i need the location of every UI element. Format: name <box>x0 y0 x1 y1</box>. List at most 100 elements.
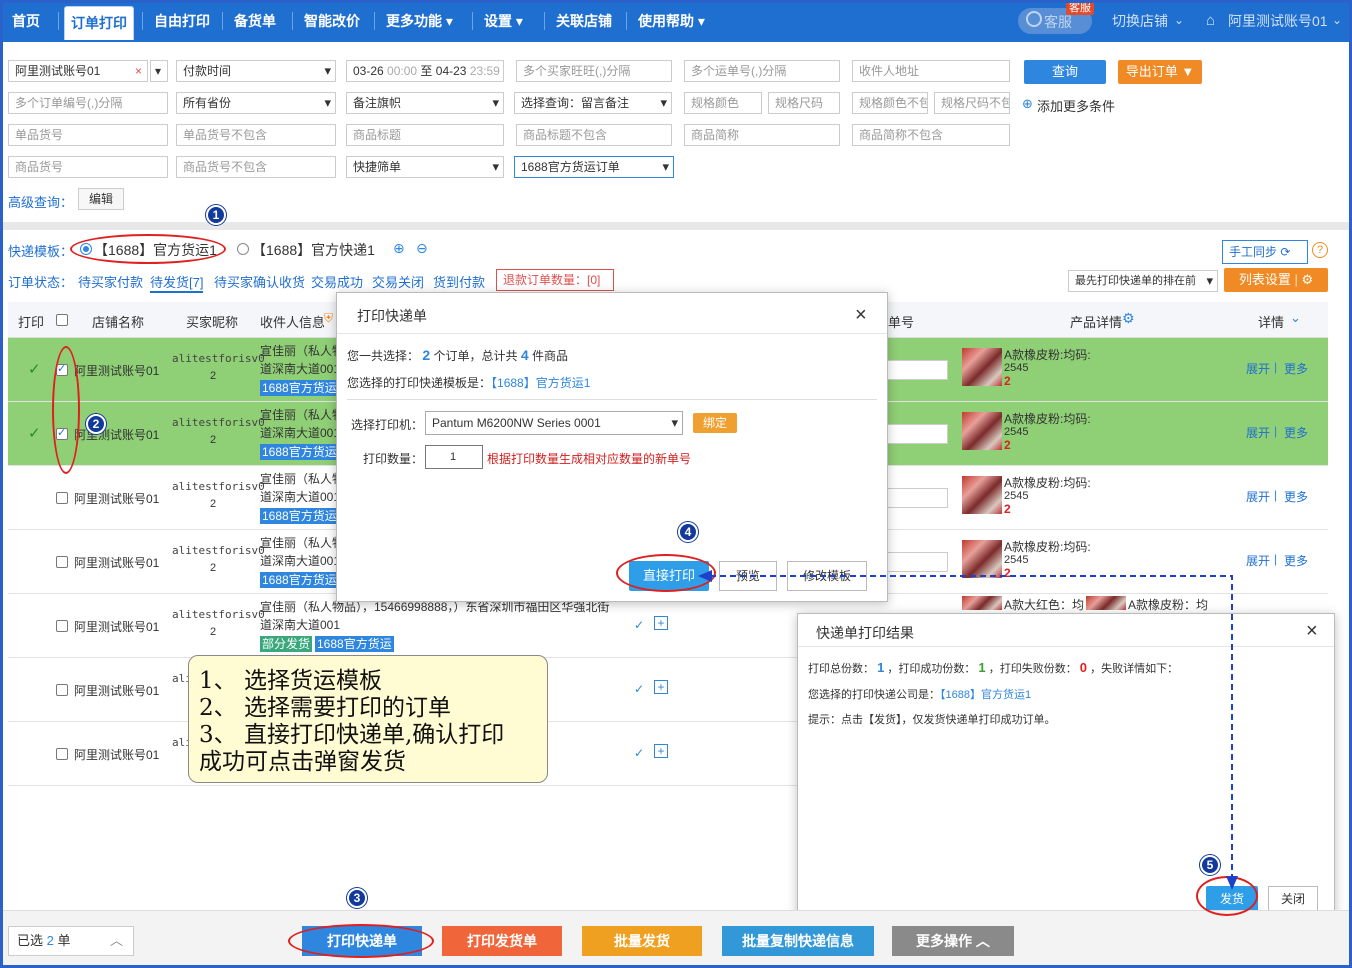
close-icon[interactable]: × <box>1306 621 1318 641</box>
more-actions-button[interactable]: 更多操作 ︿ <box>892 926 1014 956</box>
row-checkbox[interactable] <box>56 492 68 504</box>
printer-select[interactable]: Pantum M6200NW Series 0001 <box>425 411 683 435</box>
more-link[interactable]: 更多 <box>1284 552 1308 569</box>
row-buyer[interactable]: alitestforisv0 <box>172 352 265 365</box>
selected-count[interactable]: 已选 2 单 ︿ <box>8 926 134 956</box>
waybill-input[interactable] <box>886 552 948 572</box>
spec-size-input[interactable]: 规格尺码 <box>768 92 840 114</box>
short-name-input[interactable]: 商品简称 <box>684 124 840 146</box>
note-flag-select[interactable]: 备注旗帜 <box>346 92 504 114</box>
spec-color-input[interactable]: 规格颜色 <box>684 92 762 114</box>
status-cod[interactable]: 货到付款 <box>433 272 485 291</box>
close-icon[interactable]: × <box>855 305 867 325</box>
row-buyer[interactable]: alitestforisv0 <box>172 480 265 493</box>
query-button[interactable]: 查询 <box>1024 60 1106 84</box>
waybill-input[interactable] <box>886 488 948 508</box>
batch-copy-button[interactable]: 批量复制快递信息 <box>722 926 874 956</box>
add-condition-link[interactable]: 添加更多条件 <box>1037 96 1115 115</box>
waybill-input[interactable]: 多个运单号(,)分隔 <box>684 60 840 82</box>
plus-box-icon[interactable]: + <box>654 616 668 630</box>
spec-color-exclude[interactable]: 规格颜色不包 <box>852 92 928 114</box>
nav-home[interactable]: 首页 <box>12 0 40 42</box>
goods-code-input[interactable]: 商品货号 <box>8 156 168 178</box>
nav-stock-list[interactable]: 备货单 <box>234 0 276 42</box>
expand-link[interactable]: 展开 <box>1246 360 1270 377</box>
quick-filter-select[interactable]: 快捷筛单 <box>346 156 504 178</box>
preview-button[interactable]: 预览 <box>719 561 777 591</box>
official-order-select[interactable]: 1688官方货运订单 <box>514 156 674 178</box>
manual-sync-button[interactable]: 手工同步 ⟳ <box>1222 240 1308 264</box>
status-wait-pay[interactable]: 待买家付款 <box>78 272 143 291</box>
modify-template-button[interactable]: 修改模板 <box>787 561 867 591</box>
nav-free-print[interactable]: 自由打印 <box>154 0 210 42</box>
plus-box-icon[interactable]: + <box>654 680 668 694</box>
plus-box-icon[interactable]: + <box>654 744 668 758</box>
list-settings-button[interactable]: 列表设置 | ⚙ <box>1224 268 1328 292</box>
row-buyer[interactable]: alitestforisv0 <box>172 544 265 557</box>
status-wait-ship[interactable]: 待发货[7] <box>150 272 204 293</box>
single-code-exclude[interactable]: 单品货号不包含 <box>176 124 336 146</box>
help-icon[interactable]: ? <box>1312 242 1328 258</box>
row-checkbox[interactable] <box>56 684 68 696</box>
product-thumbnail[interactable] <box>962 596 1002 610</box>
edit-button[interactable]: 编辑 <box>78 188 124 210</box>
recv-addr-input[interactable]: 收件人地址 <box>852 60 1010 82</box>
batch-ship-button[interactable]: 批量发货 <box>582 926 702 956</box>
select-all-checkbox[interactable] <box>56 314 68 326</box>
express-option-2[interactable]: 【1688】官方快递1 <box>252 240 375 260</box>
product-thumbnail[interactable] <box>962 540 1002 578</box>
status-closed[interactable]: 交易关闭 <box>372 272 424 291</box>
row-buyer[interactable]: alitestforisv0 <box>172 416 265 429</box>
close-button[interactable]: 关闭 <box>1268 886 1318 912</box>
product-thumbnail[interactable] <box>962 348 1002 386</box>
date-range[interactable]: 03-26 00:00 至 04-23 23:59 <box>346 60 504 82</box>
more-link[interactable]: 更多 <box>1284 488 1308 505</box>
print-count-input[interactable]: 1 <box>425 445 483 469</box>
waybill-input[interactable] <box>886 424 948 444</box>
more-link[interactable]: 更多 <box>1284 360 1308 377</box>
province-select[interactable]: 所有省份 <box>176 92 336 114</box>
account-name[interactable]: 阿里测试账号01 <box>1228 0 1328 42</box>
title-exclude[interactable]: 商品标题不包含 <box>516 124 672 146</box>
nav-help[interactable]: 使用帮助 ▾ <box>638 0 705 42</box>
expand-link[interactable]: 展开 <box>1246 488 1270 505</box>
nav-linked-shops[interactable]: 关联店铺 <box>556 0 612 42</box>
buyer-ww-input[interactable]: 多个买家旺旺(,)分隔 <box>516 60 672 82</box>
gear-icon[interactable]: ⚙ <box>1122 310 1135 327</box>
title-input[interactable]: 商品标题 <box>346 124 504 146</box>
sort-select[interactable]: 最先打印快递单的排在前 <box>1068 270 1218 292</box>
select-query[interactable]: 选择查询：留言备注 <box>514 92 672 114</box>
product-thumbnail[interactable] <box>962 412 1002 450</box>
chevron-double-down-icon[interactable]: ⌄ <box>1290 310 1301 326</box>
product-thumbnail[interactable] <box>962 476 1002 514</box>
status-wait-confirm[interactable]: 待买家确认收货 <box>214 272 305 291</box>
nav-order-print[interactable]: 订单打印 <box>64 6 134 40</box>
row-checkbox[interactable] <box>56 620 68 632</box>
single-code-input[interactable]: 单品货号 <box>8 124 168 146</box>
waybill-input[interactable] <box>886 360 948 380</box>
expand-link[interactable]: 展开 <box>1246 552 1270 569</box>
more-link[interactable]: 更多 <box>1284 424 1308 441</box>
bind-button[interactable]: 绑定 <box>693 413 737 433</box>
row-checkbox[interactable] <box>56 748 68 760</box>
order-no-input[interactable]: 多个订单编号(,)分隔 <box>8 92 168 114</box>
print-invoice-button[interactable]: 打印发货单 <box>442 926 562 956</box>
short-name-exclude[interactable]: 商品简称不包含 <box>852 124 1010 146</box>
status-success[interactable]: 交易成功 <box>311 272 363 291</box>
shop-dropdown[interactable]: ▾ <box>150 60 168 82</box>
expand-link[interactable]: 展开 <box>1246 424 1270 441</box>
row-checkbox[interactable] <box>56 556 68 568</box>
radio-unselected[interactable] <box>237 243 249 255</box>
goods-code-exclude[interactable]: 商品货号不包含 <box>176 156 336 178</box>
remove-template-icon[interactable]: ⊖ <box>416 240 428 257</box>
pay-time-select[interactable]: 付款时间 <box>176 60 336 82</box>
refund-count[interactable]: 退款订单数量：[0] <box>496 269 614 291</box>
plus-circle-icon[interactable]: ⊕ <box>1022 96 1033 112</box>
product-thumbnail[interactable] <box>1086 596 1126 610</box>
spec-size-exclude[interactable]: 规格尺码不包 <box>934 92 1010 114</box>
export-button[interactable]: 导出订单 ▼ <box>1118 60 1202 84</box>
add-template-icon[interactable]: ⊕ <box>393 240 405 257</box>
row-buyer[interactable]: alitestforisv0 <box>172 608 265 621</box>
shop-select[interactable]: 阿里测试账号01 × <box>8 60 148 82</box>
nav-smart-price[interactable]: 智能改价 <box>304 0 360 42</box>
